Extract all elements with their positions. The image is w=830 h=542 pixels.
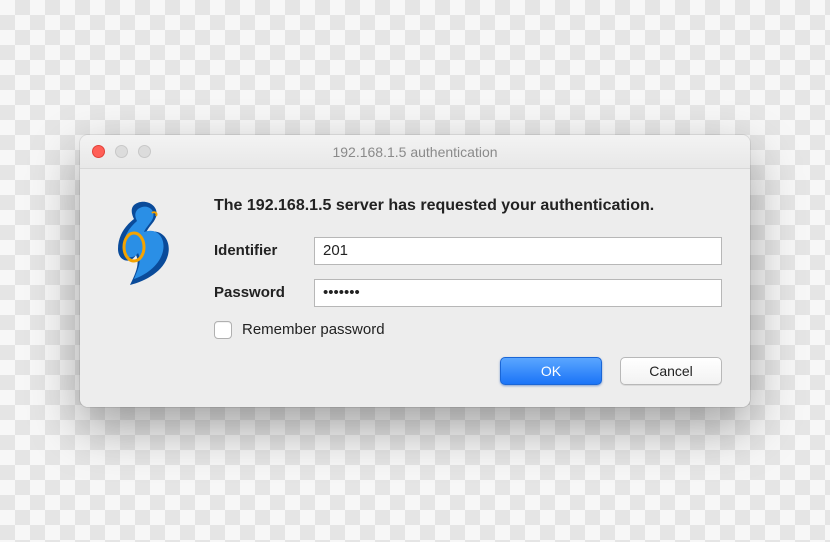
- remember-label: Remember password: [242, 321, 385, 338]
- titlebar: 192.168.1.5 authentication: [80, 135, 750, 169]
- password-input[interactable]: [314, 279, 722, 307]
- ok-button[interactable]: OK: [500, 357, 602, 385]
- remember-checkbox[interactable]: [214, 321, 232, 339]
- window-controls: [92, 145, 151, 158]
- minimize-icon: [115, 145, 128, 158]
- cancel-button[interactable]: Cancel: [620, 357, 722, 385]
- dialog-body: The 192.168.1.5 server has requested you…: [80, 169, 750, 407]
- zoom-icon: [138, 145, 151, 158]
- authentication-dialog: 192.168.1.5 authentication The 192.168.1…: [80, 135, 750, 407]
- window-title: 192.168.1.5 authentication: [80, 144, 750, 160]
- dialog-message: The 192.168.1.5 server has requested you…: [214, 195, 722, 217]
- app-icon: [110, 199, 186, 385]
- close-icon[interactable]: [92, 145, 105, 158]
- password-label: Password: [214, 284, 314, 301]
- identifier-label: Identifier: [214, 242, 314, 259]
- identifier-input[interactable]: [314, 237, 722, 265]
